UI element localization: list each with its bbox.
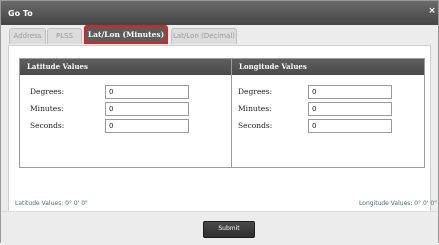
dialog-footer: Submit xyxy=(1,211,438,245)
longitude-status-text: Longitude Values: 0° 0' 0" xyxy=(359,200,437,207)
latitude-seconds-row: Seconds: xyxy=(20,119,232,133)
latitude-panel-header: Latitude Values xyxy=(20,59,232,75)
tab-address[interactable]: Address xyxy=(9,28,46,44)
longitude-degrees-input[interactable] xyxy=(308,85,392,99)
tab-bar: Address PLSS Lat/Lon (Minutes) Lat/Lon (… xyxy=(5,25,434,45)
tab-lat-lon-minutes[interactable]: Lat/Lon (Minutes) xyxy=(84,25,168,44)
latitude-degrees-label: Degrees: xyxy=(30,87,65,96)
dialog-titlebar: Go To × xyxy=(1,1,438,25)
latitude-degrees-row: Degrees: xyxy=(20,85,232,99)
longitude-seconds-label: Seconds: xyxy=(238,121,273,130)
longitude-seconds-row: Seconds: xyxy=(232,119,424,133)
close-icon[interactable]: × xyxy=(428,6,436,16)
latitude-minutes-row: Minutes: xyxy=(20,102,232,116)
longitude-degrees-label: Degrees: xyxy=(238,87,273,96)
longitude-panel-header: Longitude Values xyxy=(232,59,424,75)
longitude-minutes-label: Minutes: xyxy=(238,104,272,113)
latitude-panel: Latitude Values Degrees: Minutes: Second… xyxy=(19,58,233,168)
latitude-seconds-label: Seconds: xyxy=(30,121,65,130)
longitude-minutes-row: Minutes: xyxy=(232,102,424,116)
latitude-status-text: Latitude Values: 0° 0' 0" xyxy=(15,200,88,207)
status-bar: Latitude Values: 0° 0' 0" Longitude Valu… xyxy=(1,200,438,209)
tab-content: Latitude Values Degrees: Minutes: Second… xyxy=(8,45,431,213)
latitude-minutes-label: Minutes: xyxy=(30,104,64,113)
latitude-minutes-input[interactable] xyxy=(105,102,189,116)
submit-button[interactable]: Submit xyxy=(203,221,255,238)
longitude-seconds-input[interactable] xyxy=(308,119,392,133)
dialog-title: Go To xyxy=(8,9,33,18)
goto-dialog: Go To × Address PLSS Lat/Lon (Minutes) L… xyxy=(0,0,439,245)
longitude-degrees-row: Degrees: xyxy=(232,85,424,99)
latitude-degrees-input[interactable] xyxy=(105,85,189,99)
tab-lat-lon-decimal[interactable]: Lat/Lon (Decimal) xyxy=(171,28,237,44)
longitude-panel: Longitude Values Degrees: Minutes: Secon… xyxy=(231,58,425,168)
latitude-seconds-input[interactable] xyxy=(105,119,189,133)
longitude-minutes-input[interactable] xyxy=(308,102,392,116)
tab-plss[interactable]: PLSS xyxy=(47,28,82,44)
